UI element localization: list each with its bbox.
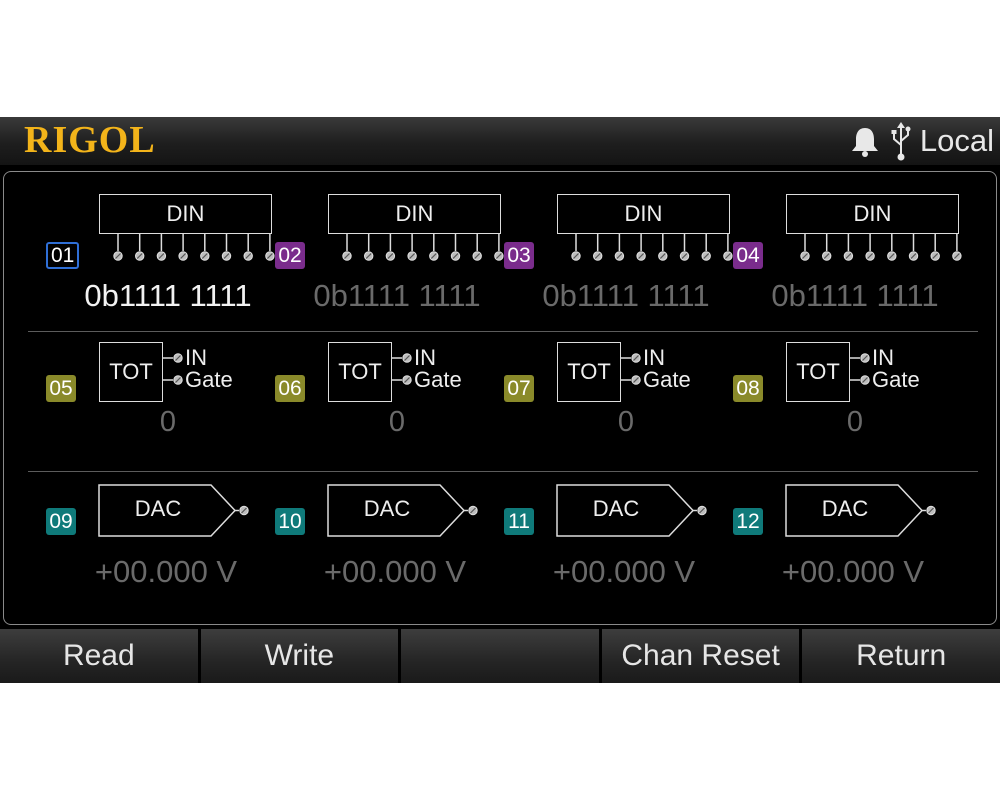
din-block: DIN [786, 194, 959, 234]
channel-badge[interactable]: 07 [504, 375, 534, 402]
dac-value: +00.000 V [552, 554, 696, 589]
din-pins [571, 234, 733, 261]
dac-value: +00.000 V [781, 554, 925, 589]
write-softkey[interactable]: Write [200, 629, 399, 683]
read-softkey[interactable]: Read [0, 629, 198, 683]
tot-channel-05[interactable]: 05 TOT IN Gate 0 [46, 342, 276, 462]
din-value: 0b1111 1111 [84, 278, 252, 313]
tot-block: TOT [328, 342, 392, 402]
din-channel-03[interactable]: 03 DIN 0b1111 1111 [504, 194, 734, 314]
dac-label: DAC [134, 496, 182, 521]
tot-value: 0 [388, 406, 406, 438]
status-area: Local [848, 121, 994, 161]
dac-channel-09[interactable]: 09 DAC +00.000 V [46, 484, 276, 604]
channel-panel: 01 DIN 0b1111 1111 02 DIN 0b1111 1111 03 DIN 0b1… [3, 171, 997, 625]
row-divider [28, 471, 978, 472]
dac-label: DAC [592, 496, 640, 521]
gate-label: Gate [414, 367, 462, 392]
tot-channel-08[interactable]: 08 TOT IN Gate 0 [733, 342, 963, 462]
channel-badge[interactable]: 12 [733, 508, 763, 535]
gate-label: Gate [872, 367, 920, 392]
usb-icon [890, 121, 912, 161]
din-channel-02[interactable]: 02 DIN 0b1111 1111 [275, 194, 505, 314]
din-value: 0b1111 1111 [313, 278, 481, 313]
tot-block: TOT [99, 342, 163, 402]
gate-label: Gate [643, 367, 691, 392]
dac-label: DAC [821, 496, 869, 521]
channel-badge[interactable]: 04 [733, 242, 763, 269]
channel-badge[interactable]: 06 [275, 375, 305, 402]
din-pins [342, 234, 504, 261]
status-text: Local [919, 123, 994, 158]
header-bar: RIGOL Local [0, 117, 1000, 165]
tot-block: TOT [557, 342, 621, 402]
tot-channel-06[interactable]: 06 TOT IN Gate 0 [275, 342, 505, 462]
channel-badge[interactable]: 01 [46, 242, 80, 269]
din-pins [113, 234, 275, 261]
din-channel-01[interactable]: 01 DIN 0b1111 1111 [46, 194, 276, 314]
din-pins [800, 234, 962, 261]
dac-value: +00.000 V [94, 554, 238, 589]
tot-block: TOT [786, 342, 850, 402]
dac-channel-11[interactable]: 11 DAC +00.000 V [504, 484, 734, 604]
channel-badge[interactable]: 11 [504, 508, 534, 535]
tot-value: 0 [159, 406, 177, 438]
softkey-bar: Read Write Chan Reset Return [0, 629, 1000, 683]
dac-channel-10[interactable]: 10 DAC +00.000 V [275, 484, 505, 604]
tot-value: 0 [846, 406, 864, 438]
channel-badge[interactable]: 09 [46, 508, 76, 535]
dac-value: +00.000 V [323, 554, 467, 589]
din-block: DIN [99, 194, 272, 234]
instrument-screen: RIGOL Local 01 DIN 0b1111 1111 02 DIN 0b… [0, 117, 1000, 683]
tot-channel-07[interactable]: 07 TOT IN Gate 0 [504, 342, 734, 462]
channel-badge[interactable]: 02 [275, 242, 305, 269]
dac-channel-12[interactable]: 12 DAC +00.000 V [733, 484, 963, 604]
din-block: DIN [328, 194, 501, 234]
return-softkey[interactable]: Return [802, 629, 1000, 683]
channel-badge[interactable]: 10 [275, 508, 305, 535]
din-value: 0b1111 1111 [542, 278, 710, 313]
tot-value: 0 [617, 406, 635, 438]
channel-badge[interactable]: 05 [46, 375, 76, 402]
gate-label: Gate [185, 367, 233, 392]
channel-badge[interactable]: 08 [733, 375, 763, 402]
dac-label: DAC [363, 496, 411, 521]
bell-icon [848, 124, 882, 158]
rigol-logo: RIGOL [24, 119, 156, 161]
din-channel-04[interactable]: 04 DIN 0b1111 1111 [733, 194, 963, 314]
blank-softkey[interactable] [401, 629, 599, 683]
channel-badge[interactable]: 03 [504, 242, 534, 269]
chan-reset-softkey[interactable]: Chan Reset [601, 629, 800, 683]
din-value: 0b1111 1111 [771, 278, 939, 313]
din-block: DIN [557, 194, 730, 234]
row-divider [28, 331, 978, 332]
